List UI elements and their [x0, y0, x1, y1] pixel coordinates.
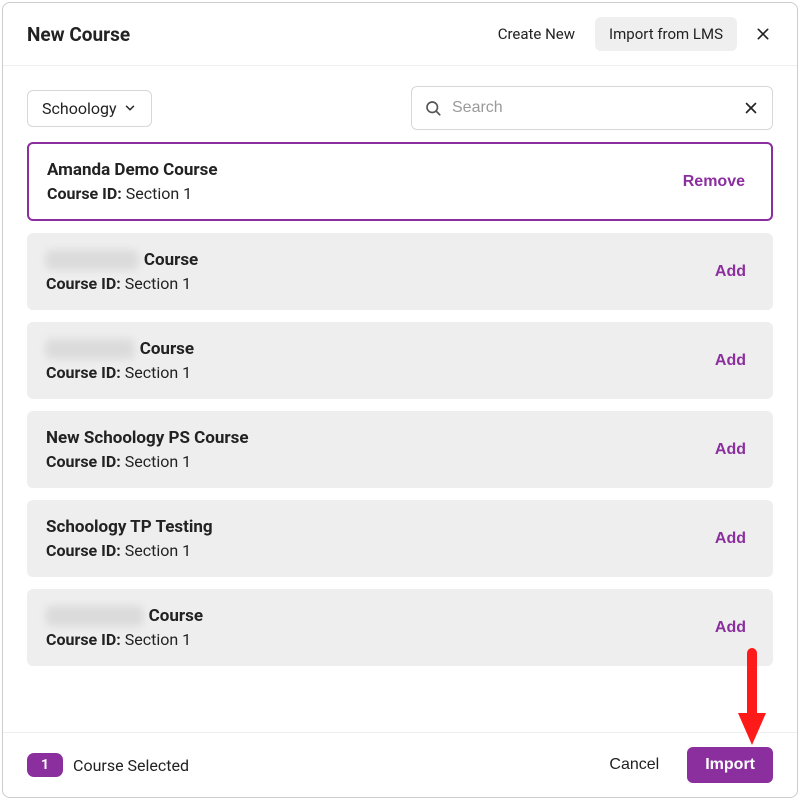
chevron-down-icon: [123, 101, 137, 115]
dropdown-label: Schoology: [42, 99, 117, 118]
course-title-rest: Course: [144, 250, 198, 270]
modal-footer: 1 Course Selected Cancel Import: [3, 732, 797, 797]
course-id-value: Section 1: [121, 630, 191, 649]
course-title-text: New Schoology PS Course: [46, 428, 249, 448]
search-field[interactable]: [411, 86, 773, 130]
course-subtitle: Course ID: Section 1: [47, 184, 218, 203]
redacted-text: Stacie Demo: [46, 606, 143, 626]
search-icon: [424, 99, 442, 117]
course-card: Amanda Demo Course Course ID: Section 1 Re…: [27, 142, 773, 221]
add-button[interactable]: Add: [707, 259, 754, 285]
course-subtitle: Course ID: Section 1: [46, 274, 198, 293]
new-course-modal: New Course Create New Import from LMS Sc…: [2, 2, 798, 798]
course-title: Mary Demo Course: [46, 339, 194, 359]
lms-source-dropdown[interactable]: Schoology: [27, 90, 152, 127]
tab-import-from-lms[interactable]: Import from LMS: [595, 17, 737, 51]
course-title: New Schoology PS Course: [46, 428, 249, 448]
tab-create-new[interactable]: Create New: [484, 17, 589, 51]
course-title: Schoology TP Testing: [46, 517, 213, 537]
course-title-text: Amanda Demo Course: [47, 160, 218, 180]
course-card: New Schoology PS Course Course ID: Sectio…: [27, 411, 773, 488]
course-list: Amanda Demo Course Course ID: Section 1 Re…: [3, 142, 797, 732]
close-icon: [755, 26, 771, 42]
course-title: Stacie Demo Course: [46, 606, 203, 626]
course-card: Betsy Demo Course Course ID: Section 1 Add: [27, 233, 773, 310]
import-button[interactable]: Import: [687, 747, 773, 783]
course-subtitle: Course ID: Section 1: [46, 541, 213, 560]
course-subtitle: Course ID: Section 1: [46, 452, 249, 471]
selected-count-badge: 1: [27, 753, 63, 777]
course-id-label: Course ID:: [47, 184, 122, 203]
course-card: Stacie Demo Course Course ID: Section 1 Ad…: [27, 589, 773, 666]
course-info: Betsy Demo Course Course ID: Section 1: [46, 250, 198, 293]
course-card: Schoology TP Testing Course ID: Section 1…: [27, 500, 773, 577]
course-title-text: Schoology TP Testing: [46, 517, 213, 537]
filter-bar: Schoology: [3, 66, 797, 142]
remove-button[interactable]: Remove: [675, 169, 753, 195]
course-card: Mary Demo Course Course ID: Section 1 Add: [27, 322, 773, 399]
cancel-button[interactable]: Cancel: [591, 747, 677, 783]
course-title-rest: Course: [149, 606, 203, 626]
course-id-value: Section 1: [121, 274, 191, 293]
course-id-label: Course ID:: [46, 452, 121, 471]
add-button[interactable]: Add: [707, 526, 754, 552]
course-id-value: Section 1: [122, 184, 192, 203]
header-tabs: Create New Import from LMS: [484, 17, 777, 51]
course-title: Amanda Demo Course: [47, 160, 218, 180]
add-button[interactable]: Add: [707, 437, 754, 463]
course-info: New Schoology PS Course Course ID: Sectio…: [46, 428, 249, 471]
add-button[interactable]: Add: [707, 615, 754, 641]
search-input[interactable]: [452, 99, 732, 117]
course-id-value: Section 1: [121, 541, 191, 560]
close-button[interactable]: [749, 20, 777, 48]
course-id-label: Course ID:: [46, 363, 121, 382]
modal-title: New Course: [27, 23, 130, 46]
course-title: Betsy Demo Course: [46, 250, 198, 270]
clear-search-icon[interactable]: [742, 99, 760, 117]
course-id-value: Section 1: [121, 363, 191, 382]
course-id-value: Section 1: [121, 452, 191, 471]
course-info: Mary Demo Course Course ID: Section 1: [46, 339, 194, 382]
course-id-label: Course ID:: [46, 541, 121, 560]
course-info: Stacie Demo Course Course ID: Section 1: [46, 606, 203, 649]
selected-count-text: Course Selected: [73, 756, 189, 775]
redacted-text: Betsy Demo: [46, 250, 138, 270]
course-id-label: Course ID:: [46, 630, 121, 649]
course-subtitle: Course ID: Section 1: [46, 630, 203, 649]
course-subtitle: Course ID: Section 1: [46, 363, 194, 382]
add-button[interactable]: Add: [707, 348, 754, 374]
course-title-rest: Course: [140, 339, 194, 359]
course-info: Schoology TP Testing Course ID: Section 1: [46, 517, 213, 560]
course-info: Amanda Demo Course Course ID: Section 1: [47, 160, 218, 203]
redacted-text: Mary Demo: [46, 339, 134, 359]
modal-header: New Course Create New Import from LMS: [3, 3, 797, 66]
course-id-label: Course ID:: [46, 274, 121, 293]
